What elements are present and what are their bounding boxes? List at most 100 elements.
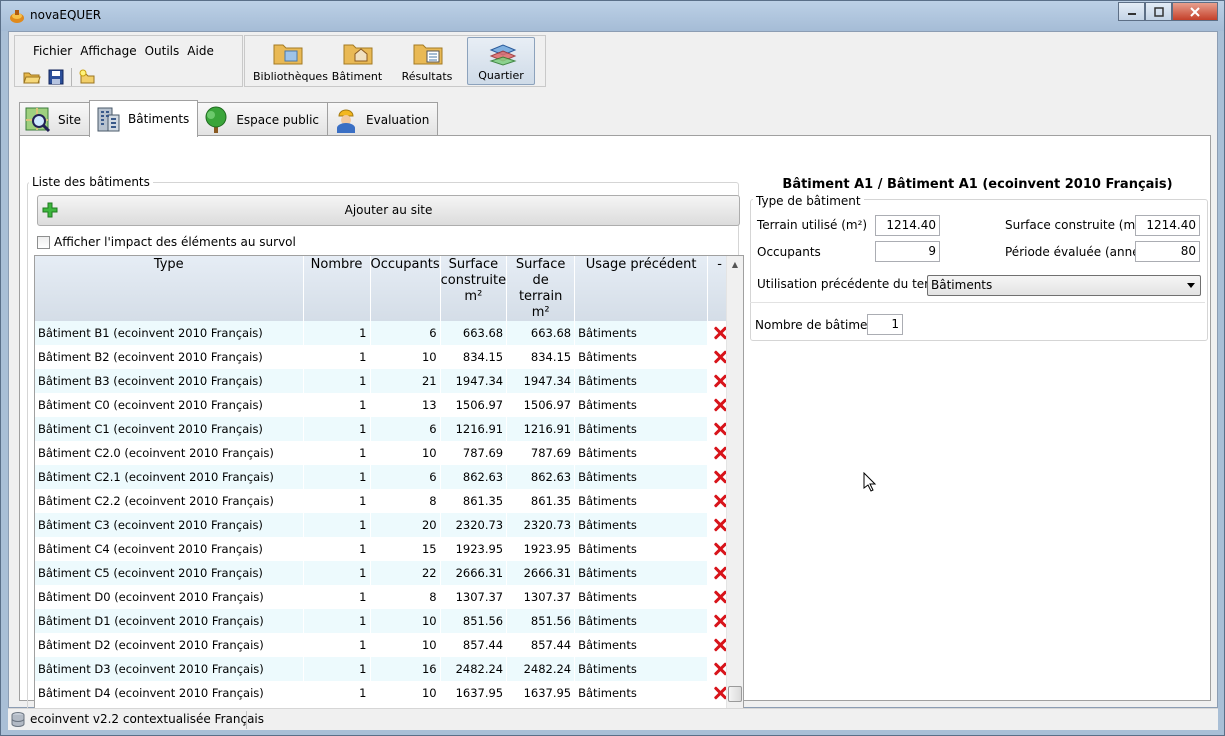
menu-fichier[interactable]: Fichier	[29, 44, 76, 58]
table-row[interactable]: Bâtiment C2.0 (ecoinvent 2010 Français) 1…	[35, 441, 733, 465]
cell-surface-terrain: 861.35	[506, 489, 576, 513]
menu-toolbar-area: Fichier Affichage Outils Aide	[14, 35, 243, 87]
close-button[interactable]	[1172, 2, 1218, 21]
table-row[interactable]: Bâtiment D2 (ecoinvent 2010 Français) 1 10…	[35, 633, 733, 657]
building-type-title: Type de bâtiment	[753, 194, 864, 208]
buildings-icon	[97, 107, 120, 132]
usage-precedent-select[interactable]: Bâtiments	[927, 275, 1201, 296]
surface-terrain-line1: Surface de	[515, 257, 566, 288]
delete-x-icon	[713, 686, 727, 700]
periode-evaluee-input[interactable]: 80	[1135, 241, 1200, 262]
menu-outils[interactable]: Outils	[141, 44, 184, 58]
table-row[interactable]: Bâtiment B3 (ecoinvent 2010 Français) 1 21…	[35, 369, 733, 393]
plus-icon	[42, 202, 58, 218]
table-row[interactable]: Bâtiment D1 (ecoinvent 2010 Français) 1 10…	[35, 609, 733, 633]
cell-occupants: 10	[370, 633, 441, 657]
table-row[interactable]: Bâtiment C5 (ecoinvent 2010 Français) 1 22…	[35, 561, 733, 585]
col-occupants-header[interactable]: Occupants	[370, 256, 441, 321]
table-row[interactable]: Bâtiment C1 (ecoinvent 2010 Français) 1 6 1…	[35, 417, 733, 441]
table-row[interactable]: Bâtiment D4 (ecoinvent 2010 Français) 1 10…	[35, 681, 733, 705]
cell-nombre: 1	[303, 465, 371, 489]
table-row[interactable]: Bâtiment B2 (ecoinvent 2010 Français) 1 10…	[35, 345, 733, 369]
table-row[interactable]: Bâtiment C2.1 (ecoinvent 2010 Français) 1…	[35, 465, 733, 489]
hover-impact-checkbox[interactable]	[37, 235, 50, 249]
table-row[interactable]: Bâtiment C4 (ecoinvent 2010 Français) 1 15…	[35, 537, 733, 561]
col-type-header[interactable]: Type	[35, 256, 304, 321]
tree-icon	[205, 106, 227, 133]
site-magnifier-icon	[25, 107, 51, 132]
minimize-button[interactable]	[1118, 2, 1145, 21]
cell-surface-terrain: 787.69	[506, 441, 576, 465]
module-toolbar: Bibliothèques Bâtiment Résultats Quartie…	[244, 35, 546, 87]
cell-surface-terrain: 663.68	[506, 321, 576, 345]
col-nombre-header[interactable]: Nombre	[303, 256, 371, 321]
quartier-button[interactable]: Quartier	[467, 37, 535, 85]
cell-type: Bâtiment D1 (ecoinvent 2010 Français)	[35, 609, 304, 633]
delete-x-icon	[713, 566, 727, 580]
library-folder-icon	[273, 44, 303, 65]
bibliotheques-label: Bibliothèques	[253, 70, 328, 83]
terrain-utilise-input[interactable]: 1214.40	[875, 215, 940, 236]
cell-usage: Bâtiments	[574, 489, 709, 513]
surface-construite-input[interactable]: 1214.40	[1135, 215, 1200, 236]
cell-usage: Bâtiments	[574, 657, 709, 681]
col-surface-construite-header[interactable]: Surface construite m²	[440, 256, 508, 321]
batiment-button[interactable]: Bâtiment	[323, 37, 391, 85]
cell-surface-construite: 1307.37	[440, 585, 508, 609]
tab-batiments[interactable]: Bâtiments	[89, 100, 199, 137]
main-area: Fichier Affichage Outils Aide Bibliothèq…	[8, 31, 1218, 726]
add-to-site-button[interactable]: Ajouter au site	[37, 195, 740, 226]
cell-occupants: 8	[370, 585, 441, 609]
cell-usage: Bâtiments	[574, 609, 709, 633]
menu-aide[interactable]: Aide	[183, 44, 218, 58]
menu-affichage[interactable]: Affichage	[76, 44, 140, 58]
bibliotheques-button[interactable]: Bibliothèques	[253, 37, 328, 85]
delete-x-icon	[713, 470, 727, 484]
delete-x-icon	[713, 638, 727, 652]
maximize-button[interactable]	[1145, 2, 1172, 21]
new-folder-icon[interactable]	[78, 69, 96, 85]
table-scrollbar[interactable]: ▲ ▼	[726, 256, 743, 721]
cell-surface-construite: 2482.24	[440, 657, 508, 681]
table-row[interactable]: Bâtiment B1 (ecoinvent 2010 Français) 1 6 6…	[35, 321, 733, 345]
cell-surface-terrain: 834.15	[506, 345, 576, 369]
col-surface-terrain-header[interactable]: Surface de terrain m²	[506, 256, 576, 321]
results-folder-icon	[413, 44, 443, 65]
delete-x-icon	[713, 326, 727, 340]
table-row[interactable]: Bâtiment C3 (ecoinvent 2010 Français) 1 20…	[35, 513, 733, 537]
table-row[interactable]: Bâtiment D3 (ecoinvent 2010 Français) 1 16…	[35, 657, 733, 681]
cell-surface-construite: 2666.31	[440, 561, 508, 585]
tab-site[interactable]: Site	[19, 102, 91, 136]
cell-usage: Bâtiments	[574, 369, 709, 393]
table-row[interactable]: Bâtiment D0 (ecoinvent 2010 Français) 1 8 1…	[35, 585, 733, 609]
tab-evaluation-label: Evaluation	[366, 112, 430, 127]
building-list-title: Liste des bâtiments	[29, 175, 153, 189]
cell-surface-construite: 861.35	[440, 489, 508, 513]
buildings-grid: Type Nombre Occupants Surface construite m…	[35, 256, 733, 721]
resultats-button[interactable]: Résultats	[393, 37, 461, 85]
scroll-up-arrow-icon[interactable]: ▲	[727, 256, 743, 273]
cell-surface-terrain: 2320.73	[506, 513, 576, 537]
cell-type: Bâtiment D3 (ecoinvent 2010 Français)	[35, 657, 304, 681]
cell-type: Bâtiment B1 (ecoinvent 2010 Français)	[35, 321, 304, 345]
col-usage-header[interactable]: Usage précédent	[574, 256, 709, 321]
cell-type: Bâtiment C1 (ecoinvent 2010 Français)	[35, 417, 304, 441]
tab-evaluation[interactable]: Evaluation	[327, 102, 439, 136]
cell-surface-construite: 663.68	[440, 321, 508, 345]
cell-type: Bâtiment B2 (ecoinvent 2010 Français)	[35, 345, 304, 369]
cell-type: Bâtiment C2.0 (ecoinvent 2010 Français)	[35, 441, 304, 465]
cell-occupants: 10	[370, 609, 441, 633]
chevron-down-icon	[1187, 283, 1195, 288]
occupants-input[interactable]: 9	[875, 241, 940, 262]
cell-surface-construite: 851.56	[440, 609, 508, 633]
nb-batiments-input[interactable]: 1	[867, 314, 903, 335]
table-row[interactable]: Bâtiment C0 (ecoinvent 2010 Français) 1 13…	[35, 393, 733, 417]
save-icon[interactable]	[47, 69, 65, 85]
tab-bar: Site Bâtiments Espace public Evaluation	[19, 100, 439, 137]
open-folder-icon[interactable]	[23, 69, 41, 85]
cell-nombre: 1	[303, 561, 371, 585]
title-bar[interactable]: novaEQUER	[1, 1, 1224, 31]
tab-espace-public[interactable]: Espace public	[197, 102, 329, 136]
scrollbar-thumb[interactable]	[728, 686, 742, 702]
table-row[interactable]: Bâtiment C2.2 (ecoinvent 2010 Français) 1…	[35, 489, 733, 513]
